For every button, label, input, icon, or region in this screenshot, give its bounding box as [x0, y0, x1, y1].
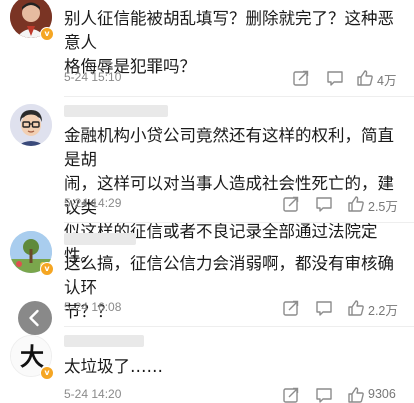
comment-meta: 5-24 14:29 2.5万 — [64, 195, 404, 214]
back-button[interactable] — [18, 301, 52, 335]
like-icon[interactable] — [347, 195, 365, 213]
divider — [64, 326, 414, 327]
like-icon[interactable] — [347, 386, 365, 403]
chevron-left-icon — [29, 309, 39, 327]
username[interactable] — [64, 335, 144, 347]
comment-icon[interactable] — [315, 386, 333, 403]
share-icon[interactable] — [282, 386, 300, 403]
share-icon[interactable] — [282, 299, 300, 317]
svg-text:大: 大 — [20, 342, 44, 371]
username[interactable] — [64, 105, 168, 117]
comment-text: 太垃圾了…… — [64, 357, 163, 376]
comment-time: 5-24 14:29 — [64, 196, 122, 210]
comment-icon[interactable] — [315, 299, 333, 317]
like-count: 2.2万 — [368, 304, 398, 318]
verified-badge-icon: v — [40, 262, 54, 276]
comment-time: 5-24 15:10 — [64, 70, 122, 84]
comment-meta: 5-24 15:10 4万 — [64, 69, 404, 88]
divider — [64, 222, 414, 223]
like-count: 9306 — [368, 387, 396, 401]
like-icon[interactable] — [356, 69, 374, 87]
like-count: 4万 — [377, 74, 397, 88]
verified-badge-icon: v — [40, 27, 54, 41]
avatar[interactable] — [10, 104, 52, 146]
share-icon[interactable] — [282, 195, 300, 213]
comment-icon[interactable] — [315, 195, 333, 213]
share-icon[interactable] — [292, 69, 310, 87]
comment-time: 5-24 14:20 — [64, 387, 122, 401]
verified-badge-icon: v — [40, 366, 54, 380]
like-icon[interactable] — [347, 299, 365, 317]
comment-icon[interactable] — [326, 69, 344, 87]
username[interactable] — [64, 233, 136, 245]
comment-time: 5-24 16:08 — [64, 300, 122, 314]
comment-meta: 5-24 14:20 9306 — [64, 386, 404, 403]
cartoon-glasses-avatar-icon — [10, 104, 52, 146]
comment-meta: 5-24 16:08 2.2万 — [64, 299, 404, 318]
divider — [64, 96, 414, 97]
like-count: 2.5万 — [368, 200, 398, 214]
